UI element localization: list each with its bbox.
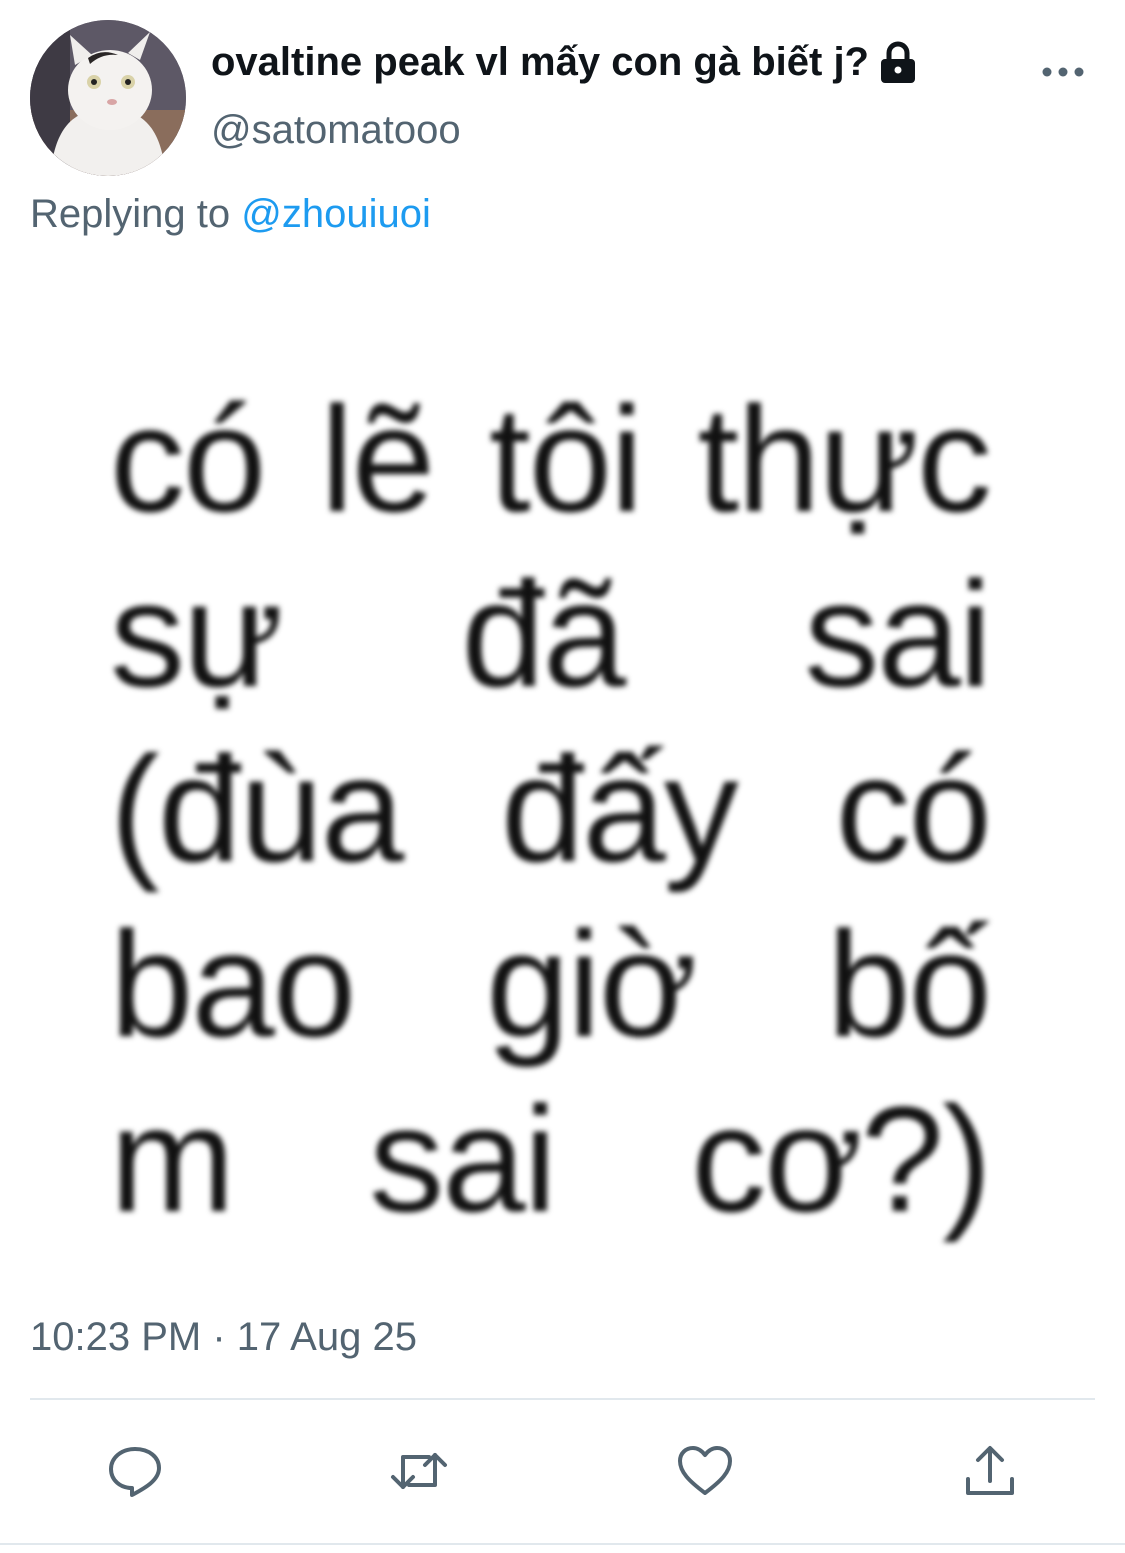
replying-to-prefix: Replying to xyxy=(30,192,231,236)
word: lẽ xyxy=(320,375,435,543)
tweet-timestamp[interactable]: 10:23 PM · 17 Aug 25 xyxy=(30,1315,417,1360)
share-icon xyxy=(966,1446,1014,1495)
more-button[interactable] xyxy=(1040,52,1086,92)
like-button[interactable] xyxy=(672,1438,738,1504)
word: đấy xyxy=(500,725,739,893)
avatar[interactable] xyxy=(30,20,186,176)
replying-to: Replying to @zhouiuoi xyxy=(30,192,431,237)
word: cơ?) xyxy=(691,1075,992,1243)
word: bao xyxy=(110,900,356,1068)
text-line: sự đã sai xyxy=(110,547,992,722)
text-line: (đùa đấy có xyxy=(110,722,992,897)
retweet-button[interactable] xyxy=(386,1438,452,1504)
word: thực xyxy=(697,375,992,543)
text-line: bao giờ bố xyxy=(110,897,992,1072)
cat-avatar-image xyxy=(30,20,186,176)
tweet-image-text[interactable]: có lẽ tôi thực sự đã sai (đùa đấy có bao… xyxy=(110,372,992,1247)
word: sai xyxy=(369,1075,557,1243)
more-icon xyxy=(1042,67,1084,77)
text-line: có lẽ tôi thực xyxy=(110,372,992,547)
retweet-icon xyxy=(391,1453,447,1489)
divider xyxy=(30,1398,1095,1400)
text-line: m sai cơ?) xyxy=(110,1072,992,1247)
word: có xyxy=(835,725,992,893)
word: m xyxy=(110,1075,235,1243)
word: sự xyxy=(110,550,283,718)
word: sai xyxy=(804,550,992,718)
word: tôi xyxy=(489,375,643,543)
reply-icon xyxy=(109,1447,161,1497)
word: (đùa xyxy=(110,725,404,893)
share-button[interactable] xyxy=(957,1438,1023,1504)
word: có xyxy=(110,375,266,543)
word: bố xyxy=(827,900,992,1068)
lock-icon xyxy=(881,41,915,83)
author-display-name-text: ovaltine peak vl mấy con gà biết j? xyxy=(211,40,869,84)
word: đã xyxy=(461,550,626,718)
bottom-divider xyxy=(0,1543,1125,1545)
word: giờ xyxy=(486,900,697,1068)
author-display-name[interactable]: ovaltine peak vl mấy con gà biết j? xyxy=(211,40,917,85)
author-handle[interactable]: @satomatooo xyxy=(211,108,461,153)
heart-icon xyxy=(678,1446,732,1495)
reply-target-link[interactable]: @zhouiuoi xyxy=(241,192,431,236)
reply-button[interactable] xyxy=(102,1438,168,1504)
